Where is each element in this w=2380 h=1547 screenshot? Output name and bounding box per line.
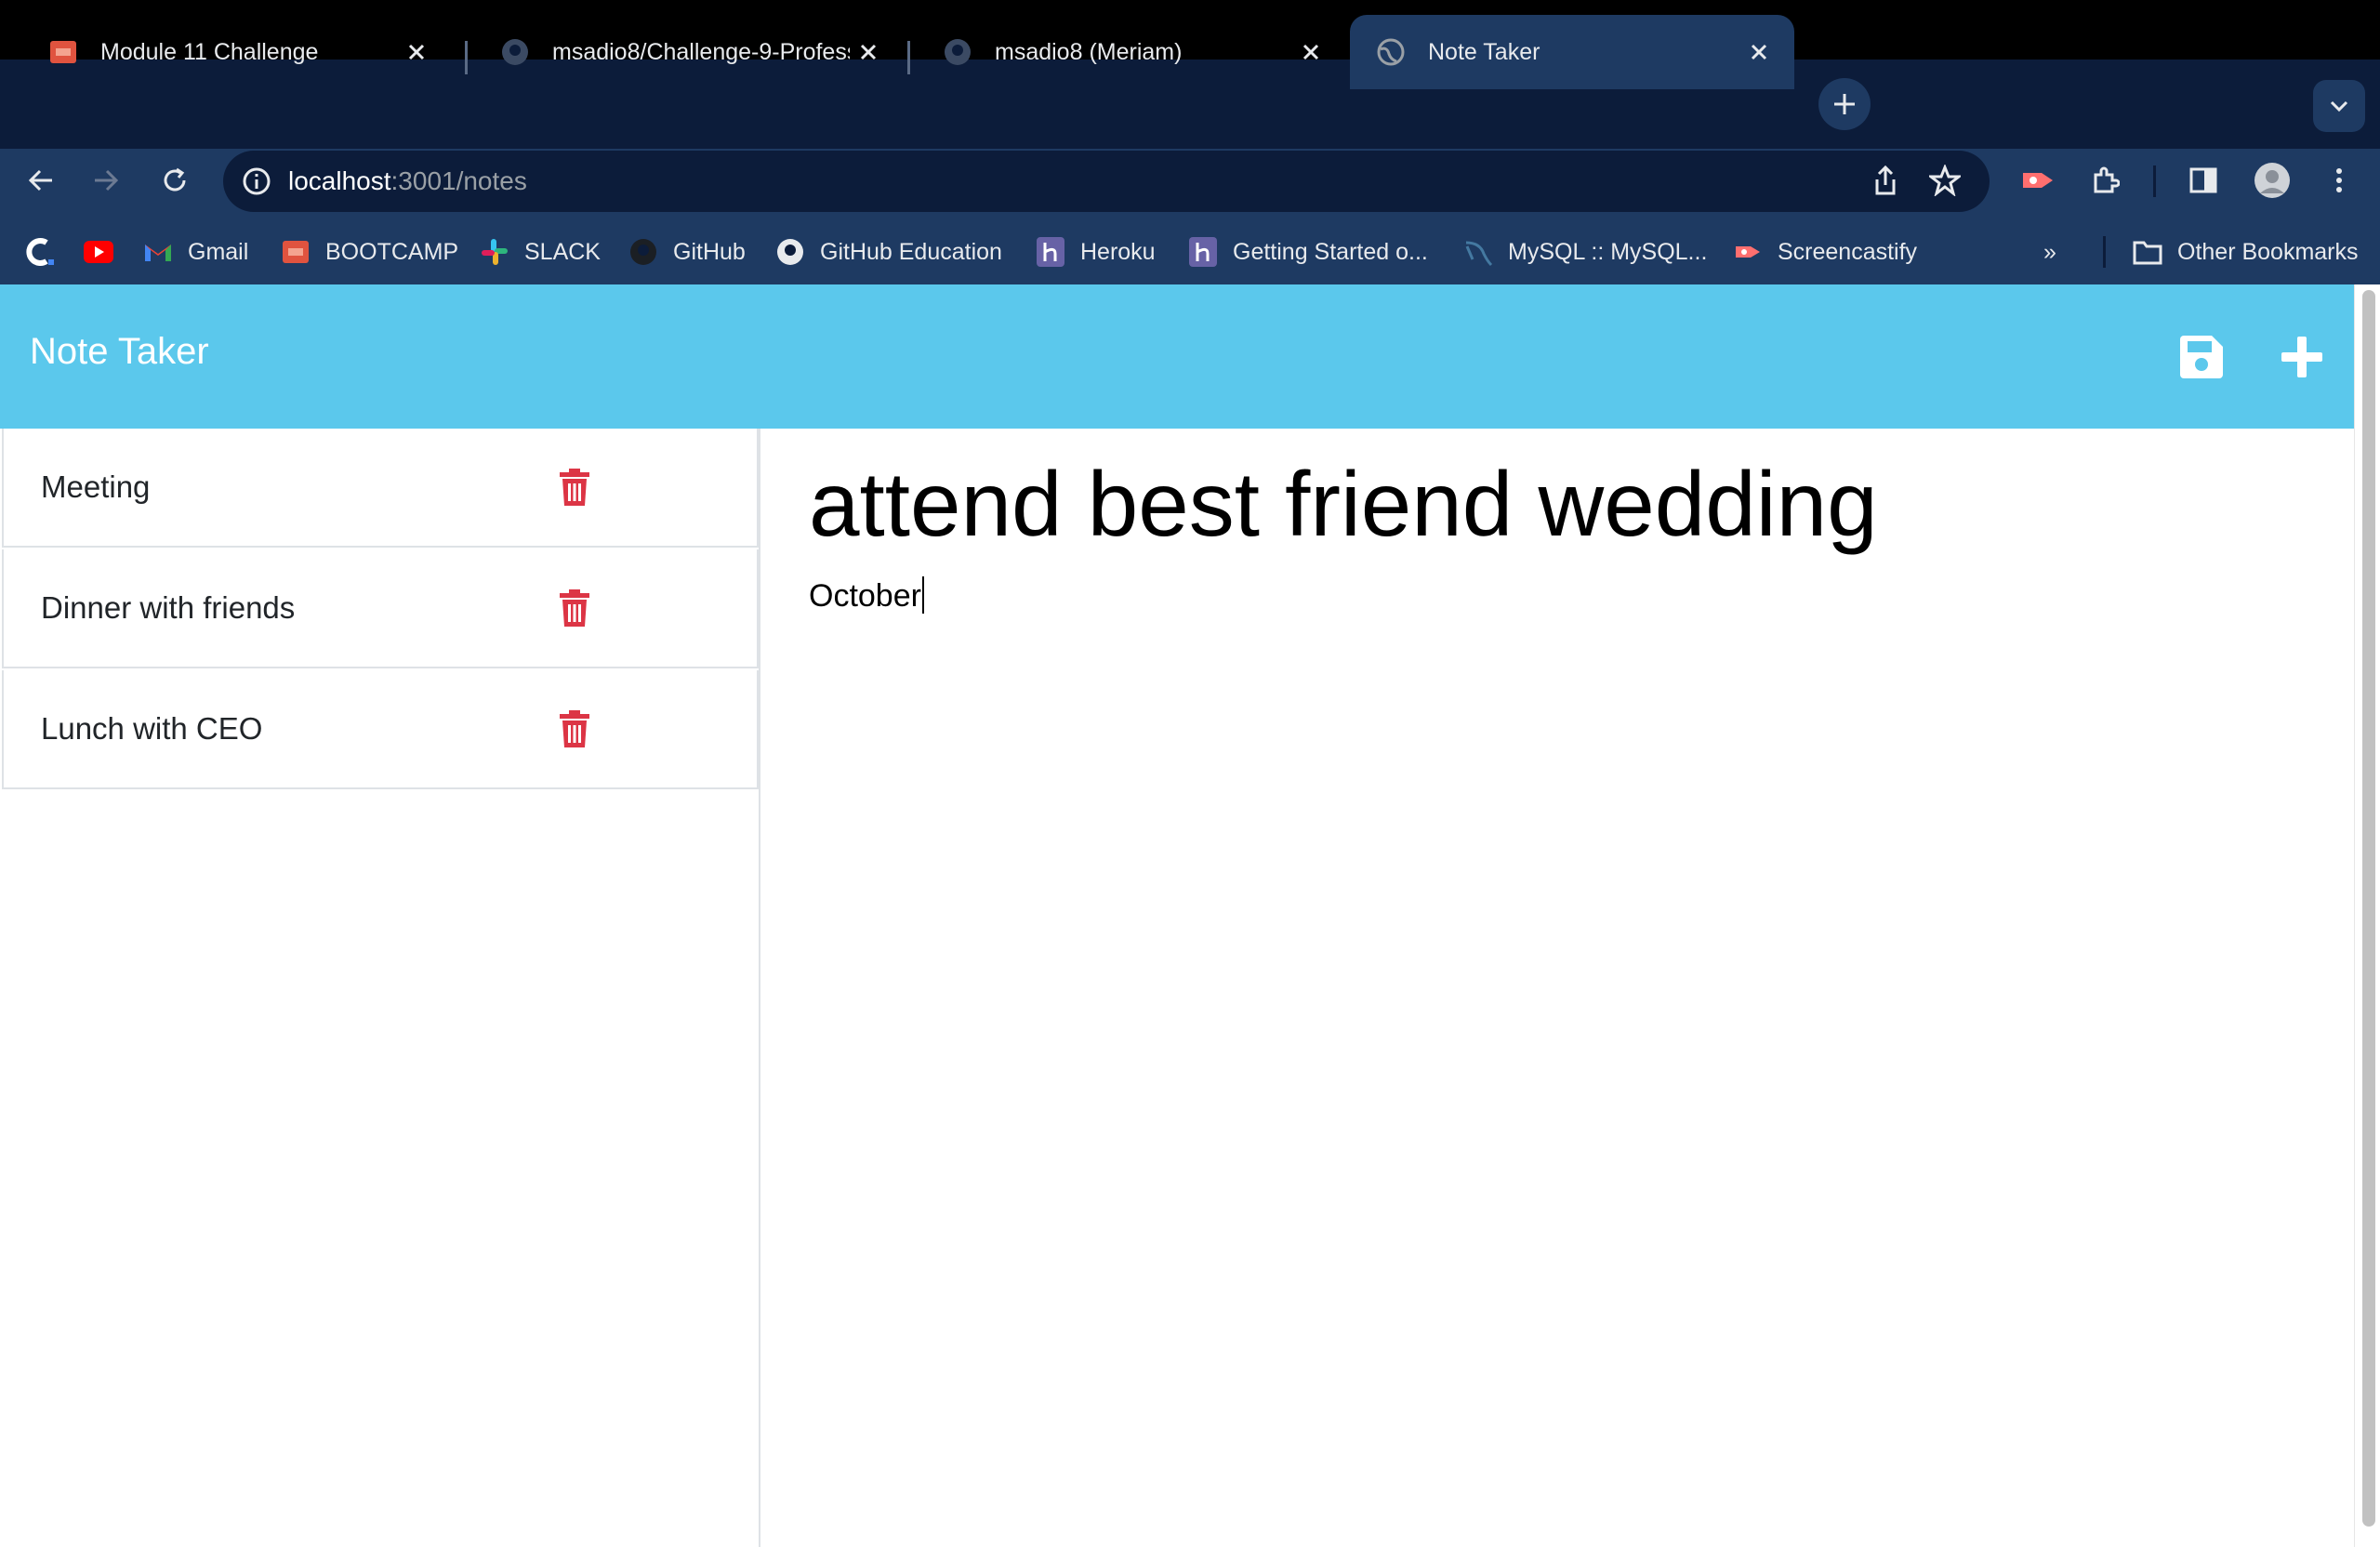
folder-icon [2133,237,2162,267]
share-icon[interactable] [1863,158,1908,203]
bootcamp-icon [48,37,78,67]
tab-note-taker[interactable]: Note Taker [1350,15,1794,89]
extensions-icon[interactable] [2082,158,2127,203]
bookmarks-divider [2103,236,2106,268]
bookmarks-overflow-button[interactable]: » [2043,227,2056,277]
scrollbar-thumb[interactable] [2362,290,2375,1527]
globe-icon [1376,37,1406,67]
screencastify-extension-icon[interactable] [2016,158,2060,203]
bookmark-github[interactable]: GitHub [628,227,746,277]
tab-msadio8[interactable]: msadio8 (Meriam) [917,15,1346,89]
avatar[interactable] [2250,158,2294,203]
note-title[interactable]: Meeting [41,469,556,505]
brand[interactable]: Note Taker [30,331,209,373]
note-textarea[interactable]: October [809,576,924,615]
close-icon[interactable] [398,33,435,71]
new-note-button[interactable] [2274,329,2330,385]
arrow-left-icon [28,169,52,192]
note-title[interactable]: Dinner with friends [41,590,556,626]
url-text: localhost:3001/notes [288,166,527,195]
bookmark-bootcamp[interactable]: BOOTCAMP [281,227,458,277]
plus-icon [2281,337,2322,377]
bookmark-gmail[interactable]: Gmail [143,227,248,277]
side-panel-icon[interactable] [2181,158,2226,203]
close-icon[interactable] [1292,33,1329,71]
close-icon[interactable] [1740,33,1778,71]
bookmark-screencastify[interactable]: Screencastify [1733,227,1917,277]
tab-module-11[interactable]: Module 11 Challenge [22,15,452,89]
bookmark-mysql[interactable]: MySQL :: MySQL... [1463,227,1707,277]
tab-separator [907,41,910,74]
app-navbar: Note Taker [0,284,2354,429]
github-icon [500,37,530,67]
text-caret [921,576,924,614]
mysql-icon [1463,237,1493,267]
info-icon[interactable] [238,163,275,200]
tab-challenge-9[interactable]: msadio8/Challenge-9-Professi [474,15,904,89]
trash-icon[interactable] [556,708,593,749]
github-icon [775,237,805,267]
list-item[interactable]: Lunch with CEO [2,670,759,789]
toolbar-divider [2153,165,2156,197]
github-icon [628,237,658,267]
note-title[interactable]: Lunch with CEO [41,711,556,747]
menu-icon[interactable] [2317,158,2361,203]
list-item[interactable]: Dinner with friends [2,549,759,668]
slack-icon [480,237,509,267]
chevron-down-icon [2330,100,2348,112]
star-icon[interactable] [1923,158,1967,203]
trash-icon[interactable] [556,467,593,508]
arrow-right-icon [95,169,119,192]
bootcamp-icon [281,237,311,267]
save-note-button[interactable] [2174,329,2229,385]
scrollbar[interactable] [2354,284,2380,1547]
c-icon [26,237,56,267]
back-button[interactable] [19,158,63,203]
screencastify-icon [1733,237,1763,267]
trash-icon[interactable] [556,588,593,628]
bookmarks-bar: Gmail BOOTCAMP SLACK GitHub GitHub Educa… [0,227,2380,277]
bookmark-heroku[interactable]: Heroku [1036,227,1156,277]
reload-icon [164,167,186,192]
page-viewport: Note Taker Meeting Dinner with friends L… [0,284,2354,1547]
plus-icon [1834,94,1855,114]
bookmark-github-education[interactable]: GitHub Education [775,227,1002,277]
gmail-icon [143,237,173,267]
reload-button[interactable] [152,158,197,203]
other-bookmarks[interactable]: Other Bookmarks [2133,227,2359,277]
heroku-icon [1188,237,1218,267]
note-list: Meeting Dinner with friends Lunch with C… [0,429,760,1547]
bookmark-c[interactable] [26,227,71,277]
list-item[interactable]: Meeting [2,429,759,548]
youtube-icon [84,237,113,267]
tab-separator [465,41,468,74]
github-icon [943,37,972,67]
note-title-input[interactable]: attend best friend wedding [809,452,1878,557]
close-icon[interactable] [850,33,887,71]
heroku-icon [1036,237,1065,267]
save-icon [2180,336,2223,378]
address-bar[interactable]: localhost:3001/notes [223,151,1990,212]
new-tab-button[interactable] [1818,78,1871,130]
bookmark-slack[interactable]: SLACK [480,227,601,277]
bookmark-getting-started[interactable]: Getting Started o... [1188,227,1428,277]
forward-button[interactable] [84,158,128,203]
bookmark-youtube[interactable] [84,227,128,277]
tab-search-button[interactable] [2313,80,2365,132]
